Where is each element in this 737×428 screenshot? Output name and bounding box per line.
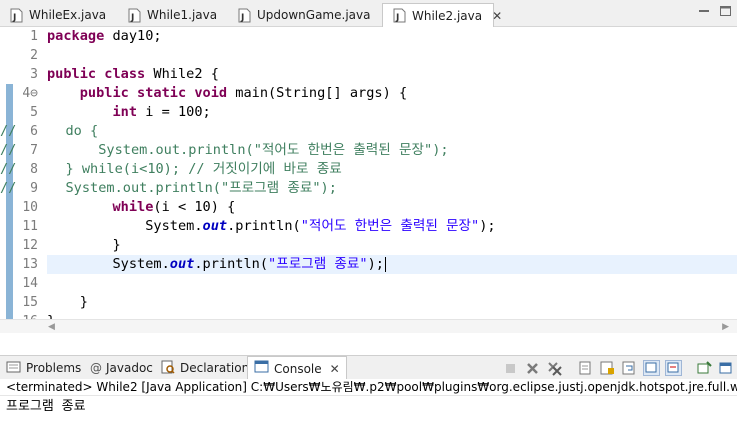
tab-declaration[interactable]: Declaration [160, 356, 249, 380]
maximize-icon[interactable] [719, 5, 733, 20]
code-line: public static void main(String[] args) { [79, 85, 408, 101]
current-code-line: System.out.println("프로그램 종료"); [47, 255, 737, 274]
tab-problems[interactable]: Problems [6, 356, 81, 380]
java-file-icon: J [10, 8, 23, 23]
remove-launch-icon[interactable] [524, 360, 541, 376]
problems-icon [6, 360, 22, 377]
scroll-left-icon[interactable]: ◀ [48, 322, 55, 332]
text-cursor [384, 256, 386, 272]
line-number: 15 [22, 295, 38, 310]
console-launch-status: <terminated> While2 [Java Application] C… [0, 379, 737, 396]
code-line: int i = 100; [112, 104, 211, 120]
line-number: 10 [22, 200, 38, 215]
console-output-line: 프로그램 종료 [6, 399, 86, 414]
svg-text:J: J [130, 13, 134, 23]
code-line: package day10; [47, 28, 162, 44]
tab-label: Console [274, 361, 322, 376]
console-icon [254, 360, 270, 377]
code-line: // System.out.println("적어도 한번은 출력된 문장"); [0, 142, 449, 158]
code-line: } [112, 237, 121, 253]
tab-label: UpdownGame.java [257, 8, 371, 22]
tab-label: While2.java [412, 8, 483, 23]
view-controls [697, 5, 733, 20]
tab-label: Declaration [180, 361, 250, 375]
scroll-right-icon[interactable]: ▶ [722, 322, 729, 332]
tab-label: Javadoc [106, 361, 153, 375]
tab-javadoc[interactable]: @ Javadoc [90, 356, 153, 380]
terminate-icon[interactable] [502, 360, 519, 376]
tab-whileex[interactable]: J WhileEx.java [0, 3, 118, 27]
svg-text:J: J [240, 13, 244, 23]
line-number: 14 [22, 276, 38, 291]
tab-label: WhileEx.java [29, 8, 107, 22]
editor-tab-bar: J WhileEx.java J While1.java J UpdownGam… [0, 0, 737, 27]
line-number: 13 [22, 257, 38, 272]
java-file-icon: J [238, 8, 251, 23]
console-output[interactable]: 프로그램 종료 [0, 396, 737, 428]
close-icon[interactable]: ✕ [330, 362, 340, 376]
pin-console-icon[interactable] [696, 360, 713, 376]
line-number: 4⊖ [22, 86, 38, 101]
code-line: // do { [0, 123, 99, 139]
line-number: 11 [22, 219, 38, 234]
tab-console[interactable]: Console ✕ [247, 356, 347, 380]
close-icon[interactable]: ✕ [492, 10, 502, 22]
horizontal-scrollbar[interactable]: ◀ ▶ [0, 319, 737, 333]
tab-label: Problems [26, 361, 82, 375]
code-line: // } while(i<10); // 거짓이기에 바로 종료 [0, 161, 342, 177]
code-line: public class While2 { [47, 66, 219, 82]
line-number: 3 [30, 67, 38, 82]
code-line: } [79, 294, 88, 310]
java-file-icon: J [128, 8, 141, 23]
tab-label: While1.java [147, 8, 218, 22]
separator [687, 360, 691, 376]
tab-updowngame[interactable]: J UpdownGame.java [228, 3, 382, 27]
scroll-lock-icon[interactable] [599, 360, 616, 376]
svg-text:J: J [12, 13, 16, 23]
java-file-icon: J [393, 8, 406, 23]
code-line: System.out.println("적어도 한번은 출력된 문장"); [145, 218, 496, 234]
open-console-icon[interactable] [718, 360, 735, 376]
panel-tab-bar: Problems @ Javadoc Declaration Console ✕ [0, 355, 737, 380]
at-icon: @ [90, 361, 102, 375]
line-number: 5 [30, 105, 38, 120]
line-number: 2 [30, 48, 38, 63]
clear-console-icon[interactable] [577, 360, 594, 376]
code-text[interactable]: package day10; public class While2 { pub… [0, 27, 737, 331]
line-number: 12 [22, 238, 38, 253]
declaration-icon [160, 360, 176, 377]
tab-while1[interactable]: J While1.java [118, 3, 226, 27]
console-toolbar [502, 360, 735, 376]
show-console-stdout-icon[interactable] [643, 360, 660, 376]
separator [568, 360, 572, 376]
line-number: 1 [30, 29, 38, 44]
code-editor[interactable]: 1 2 3 4⊖ 5 6 7 8 9 10 11 12 13 14 15 16 … [0, 27, 737, 333]
minimize-icon[interactable] [697, 5, 711, 20]
remove-all-terminated-icon[interactable] [546, 360, 563, 376]
code-line: // System.out.println("프로그램 종료"); [0, 180, 337, 196]
show-console-stderr-icon[interactable] [665, 360, 682, 376]
svg-text:J: J [395, 13, 399, 23]
word-wrap-icon[interactable] [621, 360, 638, 376]
tab-while2[interactable]: J While2.java ✕ [382, 3, 502, 27]
code-line: while(i < 10) { [112, 199, 236, 215]
